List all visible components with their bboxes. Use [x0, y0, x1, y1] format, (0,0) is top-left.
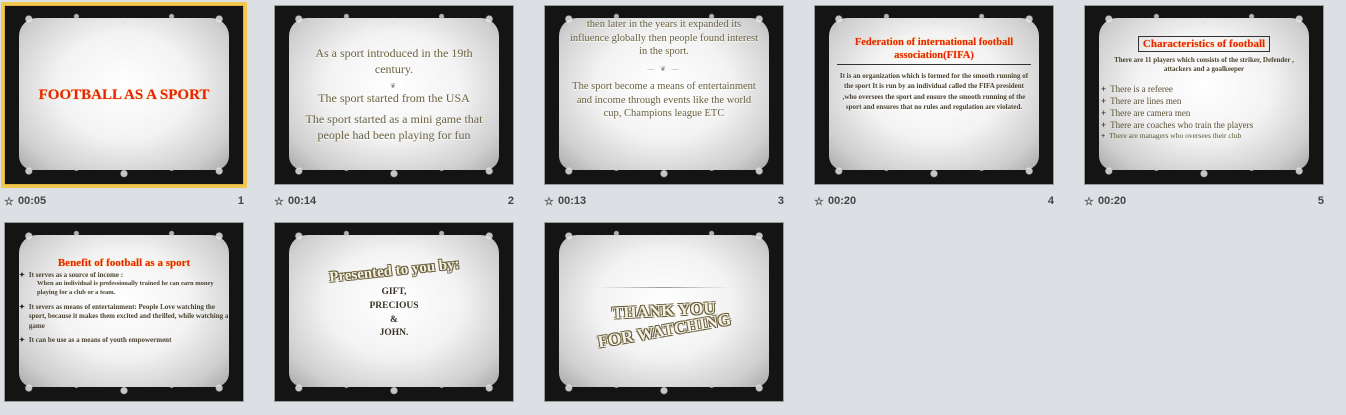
ornament-top — [275, 223, 513, 249]
slide-content: FOOTBALL AS A SPORT — [27, 28, 221, 162]
slide-content: Characteristics of football There are 11… — [1101, 36, 1307, 162]
list-item-text: There are lines men — [1110, 96, 1182, 107]
slide-content: then later in the years it expanded its … — [567, 18, 761, 162]
bullet-list: ✦ It serves as a source of income : When … — [19, 271, 229, 346]
slide-content: Benefit of football as a sport ✦ It serve… — [19, 257, 229, 379]
slide-thumbnail-6[interactable]: Benefit of football as a sport ✦ It serve… — [4, 222, 244, 402]
slide-paragraph: then later in the years it expanded its … — [569, 19, 759, 58]
list-item-subtext: When an individual is professionally tra… — [37, 280, 214, 297]
list-item-text: There are camera men — [1110, 108, 1191, 119]
slide-timing: 00:20 — [828, 195, 857, 207]
slide-number: 4 — [1047, 195, 1054, 207]
slide-timing: 00:20 — [1098, 195, 1127, 207]
slide-title: FOOTBALL AS A SPORT — [38, 86, 210, 103]
presenter-name: JOHN. — [379, 328, 409, 339]
slide-meta-1: ☆ 00:05 1 — [4, 195, 244, 209]
slide-body: It is an organization which is formed fo… — [839, 72, 1029, 111]
list-item: + There are lines men — [1101, 95, 1307, 107]
list-item-text: There is a referee — [1110, 83, 1173, 94]
ornament-top — [815, 6, 1053, 32]
list-item-text: There are coaches who train the players — [1110, 120, 1254, 131]
list-item-text: It severs as means of entertainment: Peo… — [28, 302, 229, 330]
star-icon: ☆ — [1084, 196, 1094, 208]
slide-content: THANK YOU FOR WATCHING — [567, 245, 761, 379]
list-item: + There are coaches who train the players — [1101, 119, 1307, 131]
list-item: ✦ It serves as a source of income : — [19, 271, 229, 280]
bullet-list: + There is a referee + There are lines men… — [1101, 83, 1307, 142]
presenter-name: & — [390, 314, 398, 325]
slide-thumbnail-2[interactable]: As a sport introduced in the 19th centur… — [274, 5, 514, 185]
bullet-marker: + — [1101, 96, 1107, 107]
slide-timing: 00:13 — [558, 195, 587, 207]
bullet-marker: ✦ — [19, 302, 25, 311]
divider-ornament: — ❦ — — [647, 64, 681, 73]
divider-ornament: ❦ — [390, 81, 398, 90]
slide-meta-2: ☆ 00:14 2 — [274, 195, 514, 209]
bullet-marker: ✦ — [19, 336, 25, 345]
slide-title: Benefit of football as a sport — [57, 257, 191, 269]
bullet-marker: + — [1101, 120, 1107, 131]
slide-title: Federation of international football ass… — [837, 36, 1031, 66]
ornament-top — [1085, 6, 1323, 32]
list-item: ✦ It can be use as a means of youth empow… — [19, 336, 229, 345]
slide-thumbnail-1[interactable]: FOOTBALL AS A SPORT — [1, 2, 247, 188]
slide-meta-5: ☆ 00:20 5 — [1084, 195, 1324, 209]
slide-number: 3 — [777, 195, 784, 207]
star-icon: ☆ — [544, 196, 554, 208]
slide-number: 1 — [237, 195, 244, 207]
list-item-text: It serves as a source of income : — [28, 271, 124, 279]
slide-thumbnail-3[interactable]: then later in the years it expanded its … — [544, 5, 784, 185]
list-item-text: There are managers who oversees their cl… — [1109, 131, 1242, 141]
presenter-names: GIFT, PRECIOUS & JOHN. — [369, 286, 418, 341]
ornament-top — [5, 223, 243, 249]
star-icon: ☆ — [274, 196, 284, 208]
bullet-marker: + — [1101, 131, 1106, 141]
list-item: + There is a referee — [1101, 83, 1307, 95]
list-item: ✦ It severs as means of entertainment: Pe… — [19, 303, 229, 331]
slide-paragraph: The sport become a means of entertainmen… — [572, 81, 756, 120]
slide-thumbnail-7[interactable]: Presented to you by: GIFT, PRECIOUS & JO… — [274, 222, 514, 402]
slide-title: Characteristics of football — [1137, 36, 1271, 52]
slide-thumbnail-5[interactable]: Characteristics of football There are 11… — [1084, 5, 1324, 185]
bullet-marker: + — [1101, 108, 1107, 119]
list-item: + There are camera men — [1101, 107, 1307, 119]
bullet-marker: + — [1101, 83, 1107, 94]
star-icon: ☆ — [4, 196, 14, 208]
slide-line: As a sport introduced in the 19th centur… — [315, 46, 473, 77]
bullet-marker: ✦ — [19, 271, 25, 279]
presenter-name: PRECIOUS — [369, 300, 419, 311]
slide-thumbnail-8[interactable]: THANK YOU FOR WATCHING — [544, 222, 784, 402]
list-item: + There are managers who oversees their c… — [1101, 131, 1307, 141]
slide-timing: 00:05 — [18, 195, 47, 207]
slide-number: 5 — [1317, 195, 1324, 207]
slide-line: The sport started from the USA — [318, 90, 470, 105]
slide-content: Federation of international football ass… — [837, 36, 1031, 162]
divider-line — [596, 286, 732, 288]
slide-number: 2 — [507, 195, 514, 207]
star-icon: ☆ — [814, 196, 824, 208]
slide-content: As a sport introduced in the 19th centur… — [297, 28, 491, 162]
list-item-text: It can be use as a means of youth empowe… — [28, 336, 172, 345]
slide-line: The sport started as a mini game that pe… — [305, 112, 483, 142]
slide-intro: There are 11 players which consists of t… — [1114, 56, 1294, 74]
slide-meta-4: ☆ 00:20 4 — [814, 195, 1054, 209]
slide-timing: 00:14 — [288, 195, 317, 207]
slide-thumbnail-4[interactable]: Federation of international football ass… — [814, 5, 1054, 185]
slide-content: Presented to you by: GIFT, PRECIOUS & JO… — [297, 256, 491, 379]
slide-meta-3: ☆ 00:13 3 — [544, 195, 784, 209]
presenter-name: GIFT, — [381, 287, 407, 297]
